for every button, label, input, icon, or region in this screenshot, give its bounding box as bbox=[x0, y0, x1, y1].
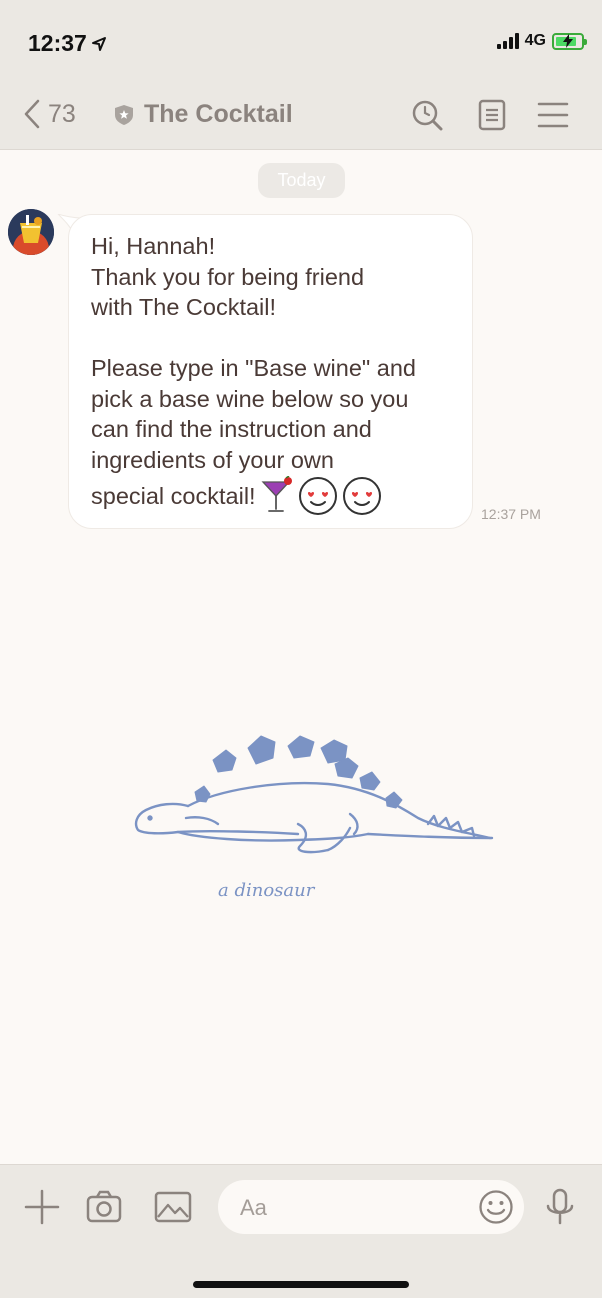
cocktail-glass-icon bbox=[261, 476, 292, 512]
search-icon[interactable] bbox=[410, 98, 444, 132]
signal-icon bbox=[496, 33, 519, 49]
network-label: 4G bbox=[524, 32, 546, 49]
message-text: Hi, Hannah! Thank you for being friend w… bbox=[91, 233, 416, 473]
message-timestamp: 12:37 PM bbox=[481, 506, 541, 522]
sticker-caption: a dinosaur bbox=[218, 880, 316, 901]
date-separator: Today bbox=[258, 163, 345, 198]
back-button[interactable]: 73 bbox=[22, 98, 76, 130]
microphone-icon[interactable] bbox=[540, 1187, 580, 1227]
message-input[interactable]: Aa bbox=[218, 1180, 524, 1234]
chat-title-text: The Cocktail bbox=[144, 100, 293, 128]
camera-icon[interactable] bbox=[84, 1187, 124, 1227]
message-last-line-text: special cocktail! bbox=[91, 482, 256, 509]
chevron-left-icon bbox=[24, 99, 40, 129]
message-last-line: special cocktail! bbox=[91, 476, 452, 516]
status-indicators: 4G bbox=[496, 32, 587, 50]
notes-icon[interactable] bbox=[475, 98, 509, 132]
battery-icon bbox=[552, 32, 587, 50]
unread-count: 73 bbox=[48, 99, 76, 128]
home-indicator[interactable] bbox=[193, 1281, 409, 1288]
chat-title[interactable]: The Cocktail bbox=[114, 100, 293, 129]
menu-icon[interactable] bbox=[536, 98, 570, 132]
location-arrow-icon bbox=[91, 36, 106, 51]
chat-nav: 73 The Cocktail bbox=[0, 88, 602, 144]
image-icon[interactable] bbox=[153, 1187, 193, 1227]
composer-bar: Aa bbox=[0, 1164, 602, 1298]
shield-icon bbox=[115, 104, 133, 125]
avatar[interactable] bbox=[8, 209, 54, 255]
message-input-placeholder: Aa bbox=[240, 1195, 267, 1220]
heart-eyes-icon bbox=[342, 477, 381, 515]
status-time: 12:37 bbox=[28, 30, 107, 57]
heart-eyes-icon bbox=[298, 477, 337, 515]
top-bar: 12:37 4G 73 The Cocktail bbox=[0, 0, 602, 150]
plus-icon[interactable] bbox=[22, 1187, 62, 1227]
dinosaur-sticker-icon: a dinosaur bbox=[134, 735, 494, 901]
smile-icon[interactable] bbox=[478, 1189, 514, 1225]
cocktail-avatar-icon bbox=[8, 209, 54, 255]
status-time-text: 12:37 bbox=[28, 30, 87, 56]
message-bubble[interactable]: Hi, Hannah! Thank you for being friend w… bbox=[68, 214, 473, 529]
